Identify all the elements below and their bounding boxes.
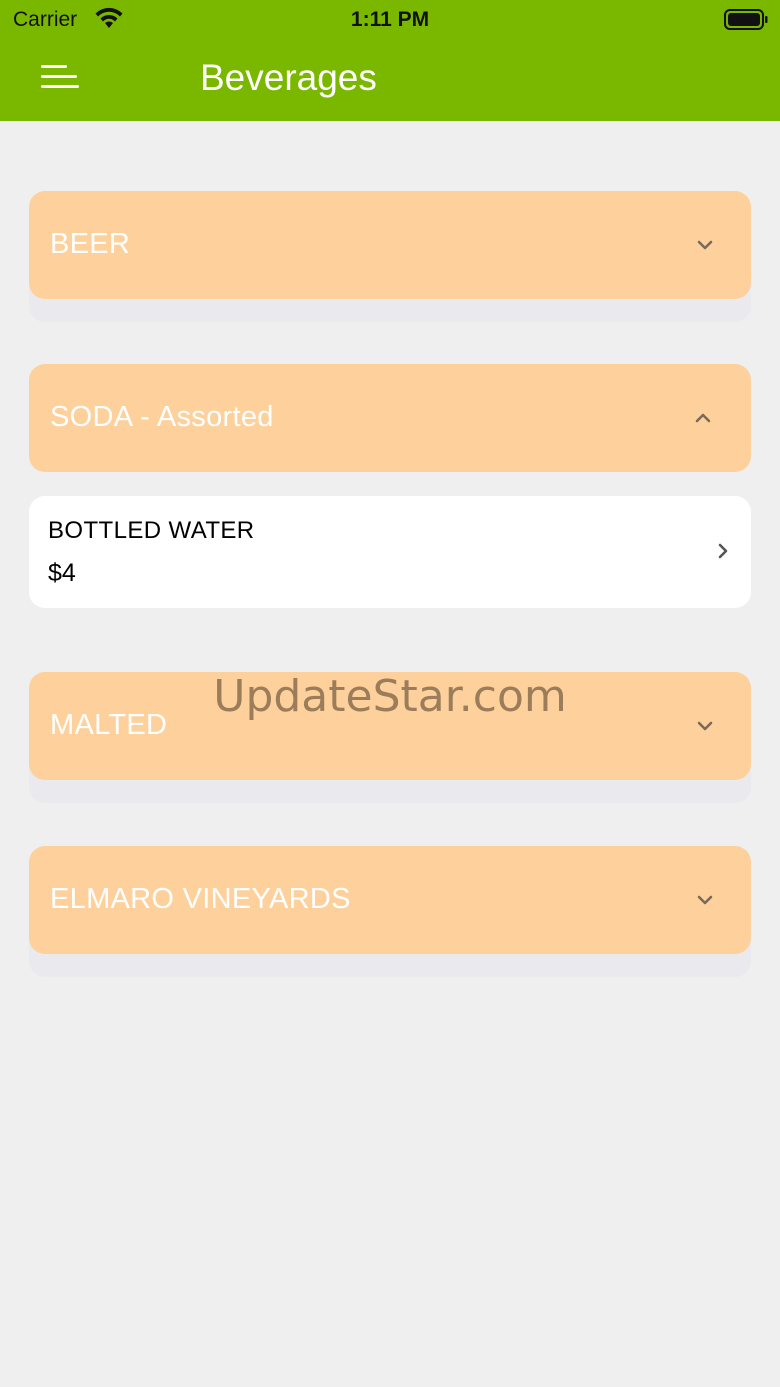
watermark-text: UpdateStar.com <box>213 671 567 722</box>
item-price: $4 <box>48 559 76 587</box>
menu-icon[interactable] <box>40 62 80 92</box>
status-bar: Carrier 1:11 PM <box>0 0 780 40</box>
section-label: BEER <box>50 228 131 260</box>
chevron-down-icon <box>697 895 713 905</box>
app-header: Carrier 1:11 PM Beverages <box>0 0 780 121</box>
section-label: ELMARO VINEYARDS <box>50 883 351 915</box>
page-title: Beverages <box>200 57 377 98</box>
section-elmaro-vineyards[interactable]: ELMARO VINEYARDS <box>29 846 751 954</box>
chevron-up-icon <box>695 413 711 423</box>
list-item-bottled-water[interactable]: BOTTLED WATER $4 <box>29 496 751 608</box>
chevron-right-icon <box>718 543 728 559</box>
item-name: BOTTLED WATER <box>48 517 255 544</box>
status-time: 1:11 PM <box>350 8 430 31</box>
chevron-down-icon <box>697 240 713 250</box>
section-soda[interactable]: SODA - Assorted <box>29 364 751 472</box>
battery-icon <box>724 9 768 30</box>
section-beer[interactable]: BEER <box>29 191 751 299</box>
section-label: SODA - Assorted <box>50 401 274 433</box>
